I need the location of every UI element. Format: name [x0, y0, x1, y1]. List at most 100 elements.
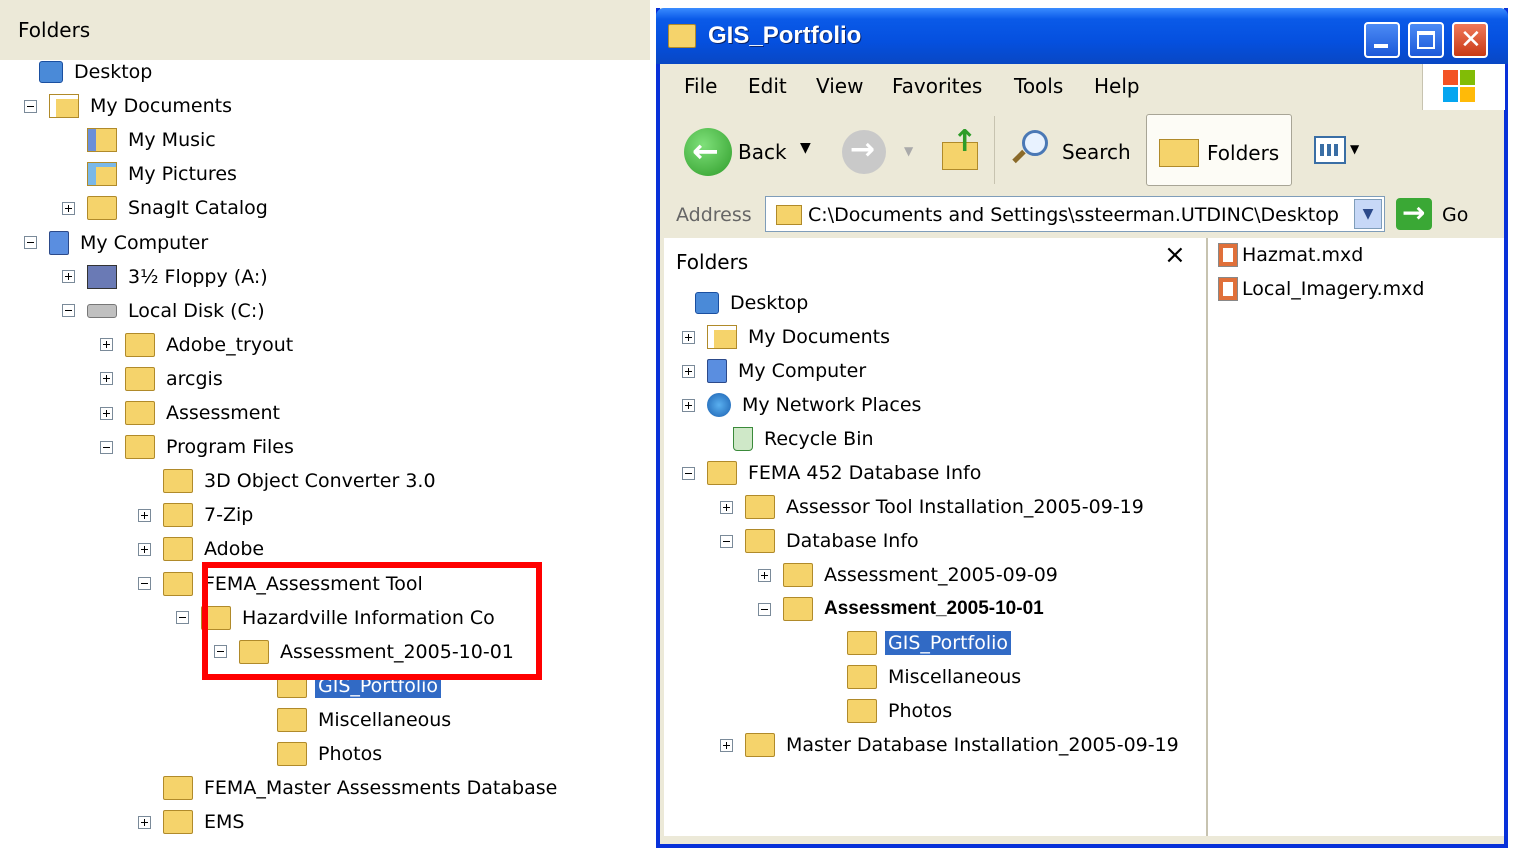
- back-button[interactable]: ←: [684, 128, 732, 176]
- expand-icon[interactable]: [62, 201, 75, 215]
- right-tree-item[interactable]: Recycle Bin: [708, 424, 877, 454]
- maximize-button[interactable]: [1408, 22, 1444, 58]
- expand-icon[interactable]: [758, 568, 771, 582]
- floppy-icon: [87, 264, 117, 289]
- right-tree-item[interactable]: FEMA 452 Database Info: [682, 458, 984, 488]
- minimize-button[interactable]: [1364, 22, 1400, 58]
- collapse-icon[interactable]: [682, 466, 695, 480]
- menu-file[interactable]: File: [684, 74, 717, 98]
- collapse-icon[interactable]: [176, 611, 189, 625]
- left-tree-item[interactable]: SnagIt Catalog: [62, 193, 271, 223]
- menu-view[interactable]: View: [816, 74, 863, 98]
- expand-icon[interactable]: [720, 500, 733, 514]
- expand-icon[interactable]: [138, 508, 151, 522]
- expand-icon[interactable]: [720, 738, 733, 752]
- right-tree-item[interactable]: My Network Places: [682, 390, 924, 420]
- left-tree-item[interactable]: Program Files: [100, 432, 297, 462]
- folders-button[interactable]: Folders: [1146, 114, 1292, 186]
- expand-icon[interactable]: [138, 542, 151, 556]
- left-tree-item-label: 3D Object Converter 3.0: [204, 470, 436, 493]
- menu-edit[interactable]: Edit: [748, 74, 787, 98]
- search-button[interactable]: [1008, 128, 1052, 172]
- right-tree-item[interactable]: My Computer: [682, 356, 869, 386]
- right-tree-item[interactable]: My Documents: [682, 322, 893, 352]
- left-tree-item[interactable]: My Pictures: [62, 159, 240, 189]
- right-tree-item[interactable]: Miscellaneous: [822, 662, 1024, 692]
- go-label[interactable]: Go: [1442, 204, 1468, 226]
- menu-favorites[interactable]: Favorites: [892, 74, 982, 98]
- collapse-icon[interactable]: [758, 602, 771, 616]
- left-tree-item[interactable]: Assessment: [100, 398, 283, 428]
- expand-icon[interactable]: [100, 338, 113, 352]
- up-folder-button[interactable]: ↑: [938, 124, 982, 174]
- left-tree-item[interactable]: My Computer: [24, 228, 211, 258]
- views-button[interactable]: ▼: [1312, 134, 1359, 168]
- collapse-icon[interactable]: [24, 99, 37, 113]
- folder-title-icon: [668, 24, 696, 48]
- left-tree-item[interactable]: Miscellaneous: [252, 705, 454, 735]
- left-tree-item-label: My Pictures: [128, 163, 237, 186]
- address-dropdown-icon[interactable]: ▼: [1354, 199, 1382, 229]
- forward-button[interactable]: →: [842, 130, 886, 174]
- right-tree-item[interactable]: GIS_Portfolio: [822, 628, 1012, 658]
- left-tree-item[interactable]: Desktop: [14, 57, 155, 87]
- left-tree-item-label: EMS: [204, 811, 245, 834]
- windows-logo-yellow: [1460, 87, 1475, 102]
- right-tree-item[interactable]: Assessment_2005-10-01: [758, 594, 1047, 624]
- right-tree-item-label: Recycle Bin: [764, 428, 874, 450]
- right-tree-item[interactable]: Photos: [822, 696, 955, 726]
- left-tree-item[interactable]: Local Disk (C:): [62, 296, 268, 326]
- expand-icon[interactable]: [682, 364, 695, 378]
- folders-pane: Folders × Desktop My Documents My Computer…: [664, 238, 1208, 836]
- left-tree-item[interactable]: 7-Zip: [138, 500, 256, 530]
- menu-help[interactable]: Help: [1094, 74, 1140, 98]
- right-tree-item-label: Master Database Installation_2005-09-19: [786, 734, 1179, 756]
- left-tree-item[interactable]: Adobe: [138, 534, 267, 564]
- right-tree-item[interactable]: Desktop: [670, 288, 811, 318]
- views-icon-grid: [1320, 144, 1340, 156]
- right-tree-item[interactable]: Database Info: [720, 526, 922, 556]
- folder-icon: [163, 776, 193, 801]
- file-item-label: Local_Imagery.mxd: [1242, 278, 1425, 300]
- expand-icon[interactable]: [682, 330, 695, 344]
- file-item[interactable]: Local_Imagery.mxd: [1218, 274, 1424, 304]
- right-tree-item[interactable]: Assessor Tool Installation_2005-09-19: [720, 492, 1147, 522]
- left-tree-item[interactable]: EMS: [138, 807, 247, 836]
- left-tree-item[interactable]: My Music: [62, 125, 219, 155]
- expand-icon[interactable]: [682, 398, 695, 412]
- go-button[interactable]: →: [1396, 196, 1432, 230]
- right-tree-item-label: GIS_Portfolio: [885, 631, 1012, 655]
- right-tree-item[interactable]: Assessment_2005-09-09: [758, 560, 1061, 590]
- collapse-icon[interactable]: [62, 304, 75, 318]
- left-tree-item[interactable]: 3½ Floppy (A:): [62, 262, 271, 292]
- left-tree-item[interactable]: FEMA_Master Assessments Database: [138, 773, 560, 803]
- documents-icon: [49, 94, 79, 119]
- left-tree-item[interactable]: My Documents: [24, 91, 235, 121]
- expand-icon[interactable]: [100, 406, 113, 420]
- collapse-icon[interactable]: [24, 236, 37, 249]
- right-tree-item-label: Assessment_2005-10-01: [824, 598, 1044, 619]
- menu-tools[interactable]: Tools: [1014, 74, 1063, 98]
- left-tree-item[interactable]: arcgis: [100, 364, 226, 394]
- expand-icon[interactable]: [62, 270, 75, 284]
- folder-icon: [745, 495, 775, 519]
- address-value[interactable]: C:\Documents and Settings\ssteerman.UTDI…: [808, 204, 1339, 226]
- forward-dropdown-icon[interactable]: ▼: [904, 144, 913, 158]
- left-tree-item[interactable]: 3D Object Converter 3.0: [138, 466, 439, 496]
- search-label[interactable]: Search: [1062, 140, 1131, 164]
- collapse-icon[interactable]: [720, 534, 733, 548]
- left-tree-item[interactable]: Adobe_tryout: [100, 330, 296, 360]
- collapse-icon[interactable]: [138, 577, 151, 590]
- file-item-label: Hazmat.mxd: [1242, 244, 1364, 266]
- expand-icon[interactable]: [138, 815, 151, 829]
- left-tree-item[interactable]: Photos: [252, 739, 385, 769]
- back-dropdown-icon[interactable]: ▼: [800, 140, 811, 156]
- file-item[interactable]: Hazmat.mxd: [1218, 240, 1363, 270]
- right-tree-item[interactable]: Master Database Installation_2005-09-19: [720, 730, 1182, 760]
- collapse-icon[interactable]: [100, 440, 113, 454]
- expand-icon[interactable]: [100, 372, 113, 386]
- close-button[interactable]: ✕: [1452, 22, 1488, 58]
- folders-pane-close-icon[interactable]: ×: [1164, 240, 1186, 270]
- left-tree-item-label: arcgis: [166, 367, 223, 390]
- back-label[interactable]: Back: [738, 140, 787, 164]
